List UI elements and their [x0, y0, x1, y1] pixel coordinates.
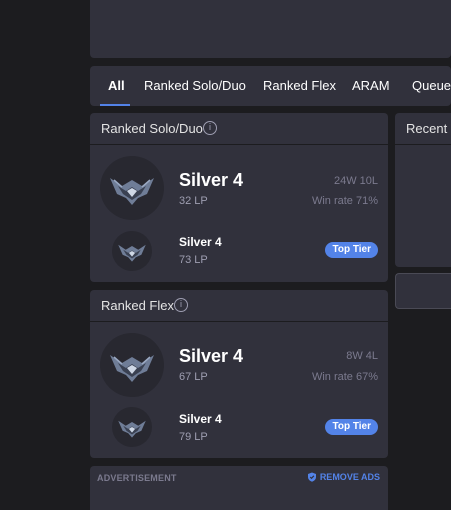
- ranked-flex-card: Ranked Flex i Silver 4 67 LP 8W 4L Win r…: [90, 290, 388, 458]
- advertisement-bar: ADVERTISEMENT REMOVE ADS: [90, 466, 388, 510]
- card-title: Ranked Flex: [101, 298, 174, 313]
- card-title: Ranked Solo/Duo: [101, 121, 203, 136]
- silver-emblem-icon: [100, 156, 164, 220]
- tab-aram[interactable]: ARAM: [352, 66, 390, 106]
- win-loss-record: 24W 10L: [333, 175, 378, 187]
- card-header: Ranked Solo/Duo i: [90, 113, 388, 145]
- tab-ranked-solo-duo[interactable]: Ranked Solo/Duo: [144, 66, 246, 106]
- tab-ranked-flex[interactable]: Ranked Flex: [263, 66, 336, 106]
- top-tier-lp: 79 LP: [179, 431, 208, 443]
- top-tier-lp: 73 LP: [179, 254, 208, 266]
- current-lp: 32 LP: [179, 195, 208, 207]
- tab-all[interactable]: All: [108, 66, 125, 106]
- card-header: Recent G: [395, 113, 451, 145]
- shield-icon: [307, 472, 316, 482]
- recent-games-card: Recent G: [395, 113, 451, 267]
- current-tier: Silver 4: [179, 170, 244, 190]
- card-header: Ranked Flex i: [90, 290, 388, 322]
- info-icon[interactable]: i: [174, 298, 188, 312]
- top-panel: [90, 0, 451, 58]
- info-icon[interactable]: i: [203, 121, 217, 135]
- queue-tabs: All Ranked Solo/Duo Ranked Flex ARAM Que…: [90, 66, 451, 106]
- tab-active-indicator: [100, 104, 130, 106]
- top-tier-rank: Silver 4: [179, 412, 222, 426]
- current-lp: 67 LP: [179, 371, 208, 383]
- silver-emblem-icon: [112, 231, 152, 271]
- silver-emblem-icon: [100, 333, 164, 397]
- silver-emblem-icon: [112, 407, 152, 447]
- current-tier: Silver 4: [179, 346, 244, 366]
- tab-queue[interactable]: Queue: [412, 66, 451, 106]
- advertisement-label: ADVERTISEMENT: [97, 473, 177, 483]
- win-rate: Win rate 71%: [311, 195, 378, 207]
- win-rate: Win rate 67%: [311, 371, 378, 383]
- remove-ads-label: REMOVE ADS: [319, 472, 380, 482]
- top-tier-badge: Top Tier: [325, 242, 378, 258]
- card-title: Recent G: [406, 121, 451, 136]
- remove-ads-link[interactable]: REMOVE ADS: [307, 472, 380, 482]
- top-tier-rank: Silver 4: [179, 235, 222, 249]
- recent-games-button[interactable]: [395, 273, 451, 309]
- win-loss-record: 8W 4L: [346, 350, 378, 362]
- top-tier-badge: Top Tier: [325, 419, 378, 435]
- ranked-solo-card: Ranked Solo/Duo i Silver 4 32 LP 24W 10L…: [90, 113, 388, 282]
